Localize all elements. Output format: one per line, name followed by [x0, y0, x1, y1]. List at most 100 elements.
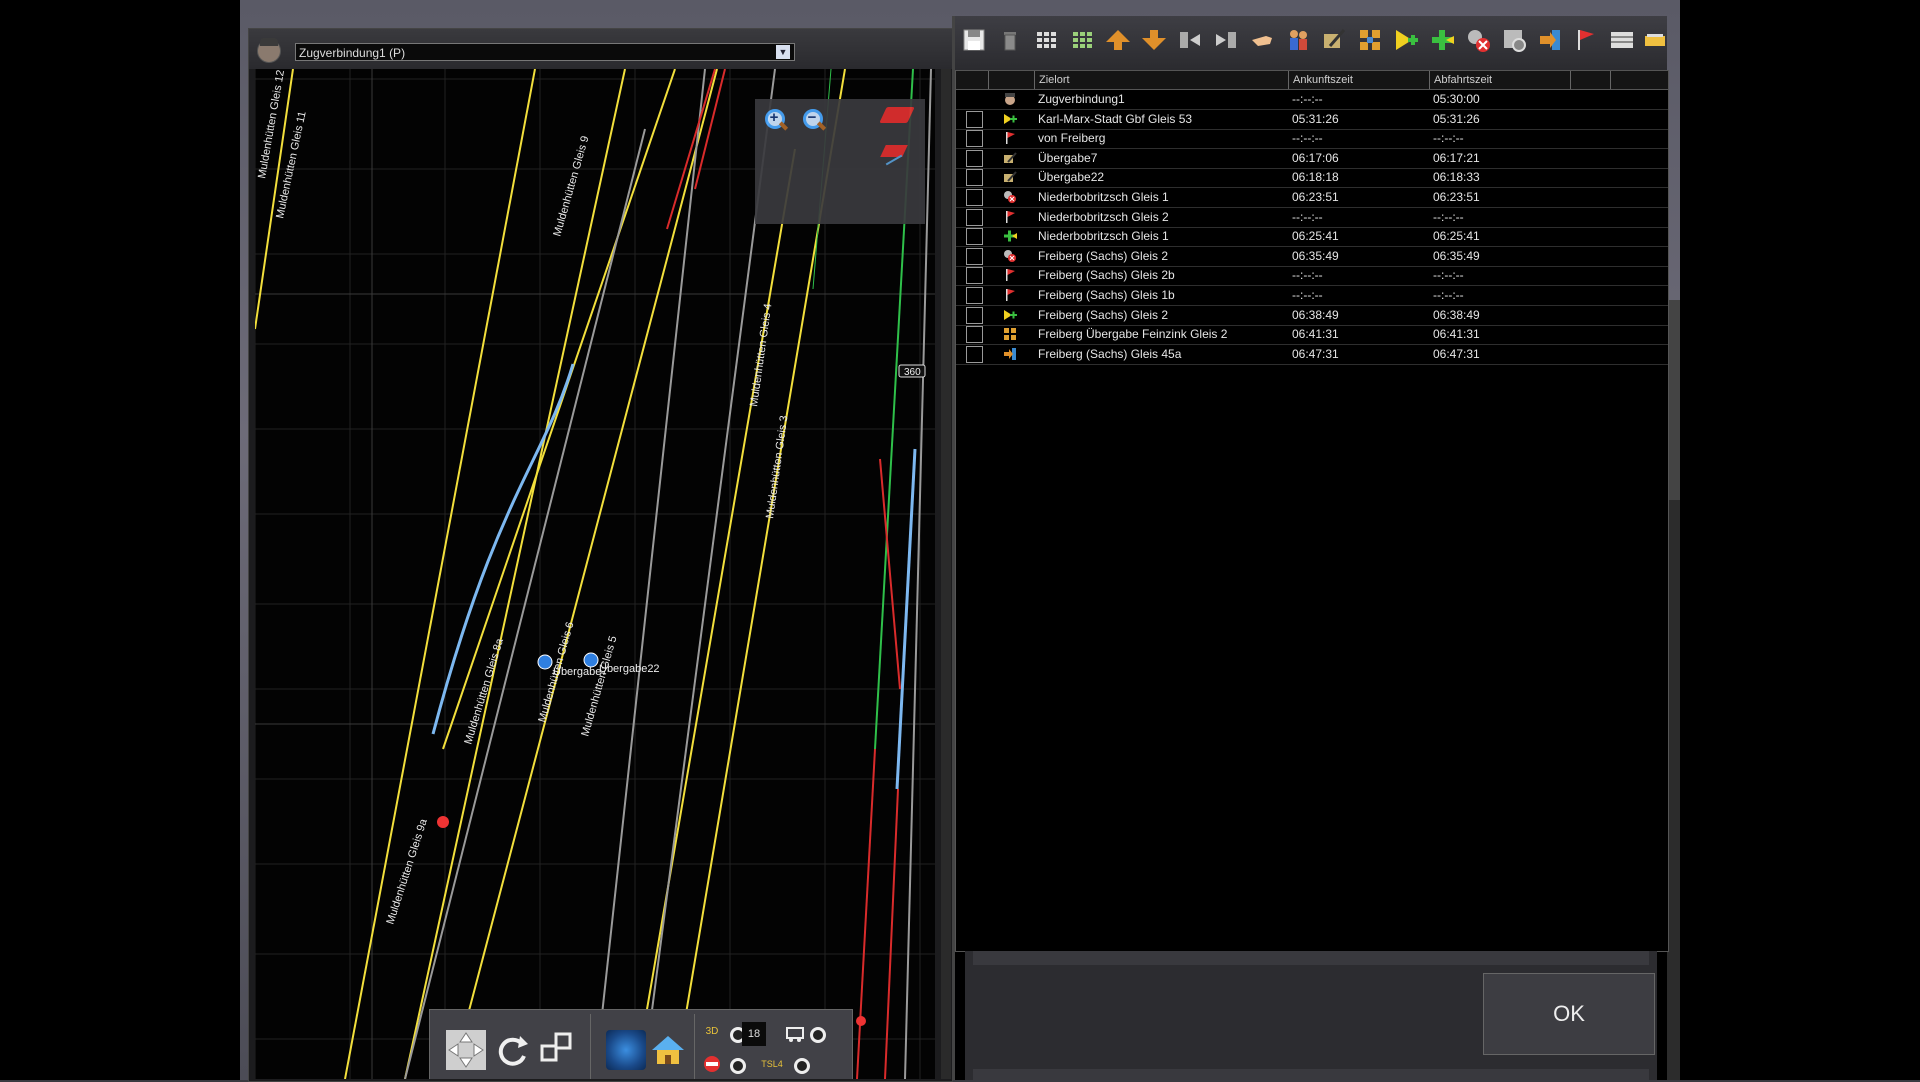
timetable-row[interactable]: Freiberg (Sachs) Gleis 2 06:35:49 06:35:49	[956, 247, 1668, 267]
row-departure-time: 06:41:31	[1433, 327, 1480, 342]
globe-icon[interactable]	[606, 1030, 646, 1070]
settings-icon[interactable]	[1500, 26, 1528, 54]
track-label: Muldenhütten Gleis 12	[256, 69, 287, 179]
timetable-row[interactable]: Niederbobritzsch Gleis 1 06:23:51 06:23:51	[956, 188, 1668, 208]
track-label: Muldenhütten Gleis 3	[764, 415, 790, 520]
distance-sign: 360	[898, 364, 926, 378]
row-departure-time: 06:23:51	[1433, 190, 1480, 204]
resize-view-icon[interactable]	[538, 1028, 578, 1068]
timetable-icon[interactable]	[1608, 26, 1636, 54]
3d-icon[interactable]: 3D	[700, 1020, 724, 1044]
timetable-row[interactable]: Freiberg (Sachs) Gleis 45a 06:47:31 06:47:…	[956, 345, 1668, 365]
row-arrival-time: 06:35:49	[1292, 248, 1339, 263]
hand-icon[interactable]	[1248, 26, 1276, 54]
track-yellow	[450, 69, 718, 1079]
timetable-row[interactable]: Freiberg (Sachs) Gleis 1b --:--:-- --:--:-…	[956, 286, 1668, 306]
row-checkbox[interactable]	[966, 110, 983, 128]
fit-view-icon[interactable]	[446, 1030, 486, 1070]
row-checkbox[interactable]	[966, 345, 983, 363]
arrow-right-icon[interactable]	[1536, 26, 1564, 54]
timetable-row[interactable]: Übergabe7 06:17:06 06:17:21	[956, 149, 1668, 169]
train-view-icon[interactable]	[784, 1020, 808, 1044]
row-arrival-time: 06:17:06	[1292, 150, 1339, 165]
letterbox-left	[0, 0, 240, 1080]
tsl-label[interactable]: TSL4	[760, 1052, 784, 1076]
row-destination: Zugverbindung1	[1038, 92, 1125, 106]
row-checkbox[interactable]	[966, 169, 983, 187]
height-value[interactable]: 18	[742, 1022, 766, 1046]
timetable-row[interactable]: Niederbobritzsch Gleis 1 06:25:41 06:25:41	[956, 227, 1668, 248]
row-departure-time: 06:38:49	[1433, 307, 1480, 322]
column-header-ankunft[interactable]: Ankunftszeit	[1288, 71, 1429, 89]
column-header-empty	[1610, 71, 1668, 89]
row-arrival-time: 06:41:31	[1292, 327, 1339, 342]
map-scrollbar[interactable]	[941, 69, 951, 1079]
row-destination: Freiberg (Sachs) Gleis 2	[1038, 307, 1169, 322]
row-checkbox[interactable]	[966, 306, 983, 324]
timetable-row[interactable]: Freiberg Übergabe Feinzink Gleis 2 06:41:…	[956, 325, 1668, 346]
timetable-row[interactable]: von Freiberg --:--:-- --:--:--	[956, 129, 1668, 150]
train-icon[interactable]	[1644, 26, 1666, 54]
timetable-row[interactable]: Übergabe22 06:18:18 06:18:33	[956, 168, 1668, 189]
insert-after-icon[interactable]	[1212, 26, 1240, 54]
add-green-icon	[1003, 229, 1017, 243]
track-labels: Muldenhütten Gleis 12 Muldenhütten Gleis…	[256, 69, 790, 926]
row-checkbox[interactable]	[966, 326, 983, 344]
signal-icon[interactable]	[700, 1052, 724, 1076]
route-map-canvas[interactable]: Muldenhütten Gleis 12 Muldenhütten Gleis…	[255, 69, 935, 1079]
row-destination: von Freiberg	[1038, 131, 1106, 146]
flag-icon[interactable]	[1572, 26, 1600, 54]
zoom-in-icon[interactable]: +	[763, 107, 789, 133]
row-checkbox[interactable]	[966, 267, 983, 285]
consist-select[interactable]: Zugverbindung1 (P) ▼	[295, 43, 795, 61]
save-icon[interactable]	[960, 26, 988, 54]
add-yellow-icon[interactable]	[1392, 26, 1420, 54]
chevron-down-icon[interactable]: ▼	[776, 45, 790, 59]
move-down-icon[interactable]	[1140, 26, 1168, 54]
row-checkbox[interactable]	[966, 247, 983, 265]
timetable-row[interactable]: Freiberg (Sachs) Gleis 2b --:--:-- --:--:-…	[956, 266, 1668, 287]
row-checkbox[interactable]	[966, 189, 983, 206]
timetable-row[interactable]: Karl-Marx-Stadt Gbf Gleis 53 05:31:26 05:3…	[956, 110, 1668, 130]
footer-band	[973, 951, 1649, 965]
eraser-icon[interactable]	[879, 107, 915, 123]
grid-green-icon[interactable]	[1068, 26, 1096, 54]
row-destination: Freiberg Übergabe Feinzink Gleis 2	[1038, 327, 1228, 342]
add-green-icon[interactable]	[1428, 26, 1456, 54]
row-checkbox[interactable]	[966, 149, 983, 167]
timetable-header: Zielort Ankunftszeit Abfahrtszeit	[956, 71, 1668, 90]
people-icon[interactable]	[1284, 26, 1312, 54]
timetable-panel: Zielort Ankunftszeit Abfahrtszeit Zugver…	[952, 16, 1669, 1080]
remove-stop-icon[interactable]	[1464, 26, 1492, 54]
timetable-row[interactable]: Niederbobritzsch Gleis 2 --:--:-- --:--:--	[956, 208, 1668, 228]
column-header-abfahrt[interactable]: Abfahrtszeit	[1429, 71, 1570, 89]
merge-icon[interactable]	[1356, 26, 1384, 54]
radio-tsl[interactable]	[794, 1058, 810, 1074]
row-departure-time: --:--:--	[1433, 268, 1464, 283]
pencil-certificate-icon[interactable]	[1320, 26, 1348, 54]
rotate-view-icon[interactable]	[492, 1030, 532, 1070]
row-checkbox[interactable]	[966, 287, 983, 304]
eraser-path-icon[interactable]	[880, 145, 908, 157]
row-checkbox[interactable]	[966, 130, 983, 148]
radio-train[interactable]	[810, 1027, 826, 1043]
driver-icon	[257, 38, 281, 63]
insert-before-icon[interactable]	[1176, 26, 1204, 54]
row-destination: Übergabe22	[1038, 170, 1105, 185]
home-icon[interactable]	[648, 1030, 688, 1070]
ok-button[interactable]: OK	[1483, 973, 1655, 1055]
column-header-zielort[interactable]: Zielort	[1034, 71, 1289, 89]
zoom-out-icon[interactable]: −	[801, 107, 827, 133]
row-checkbox[interactable]	[966, 208, 983, 226]
delete-icon[interactable]	[996, 26, 1024, 54]
move-up-icon[interactable]	[1104, 26, 1132, 54]
zoom-controls: + −	[755, 99, 925, 224]
grid-small-icon[interactable]	[1032, 26, 1060, 54]
row-destination: Freiberg (Sachs) Gleis 2	[1038, 248, 1169, 263]
row-destination: Freiberg (Sachs) Gleis 45a	[1038, 346, 1182, 361]
radio-signal[interactable]	[730, 1058, 746, 1074]
timetable-row[interactable]: Zugverbindung1 --:--:-- 05:30:00	[956, 90, 1668, 110]
row-checkbox[interactable]	[966, 228, 983, 246]
timetable-row[interactable]: Freiberg (Sachs) Gleis 2 06:38:49 06:38:49	[956, 306, 1668, 326]
row-arrival-time: 06:23:51	[1292, 190, 1339, 204]
